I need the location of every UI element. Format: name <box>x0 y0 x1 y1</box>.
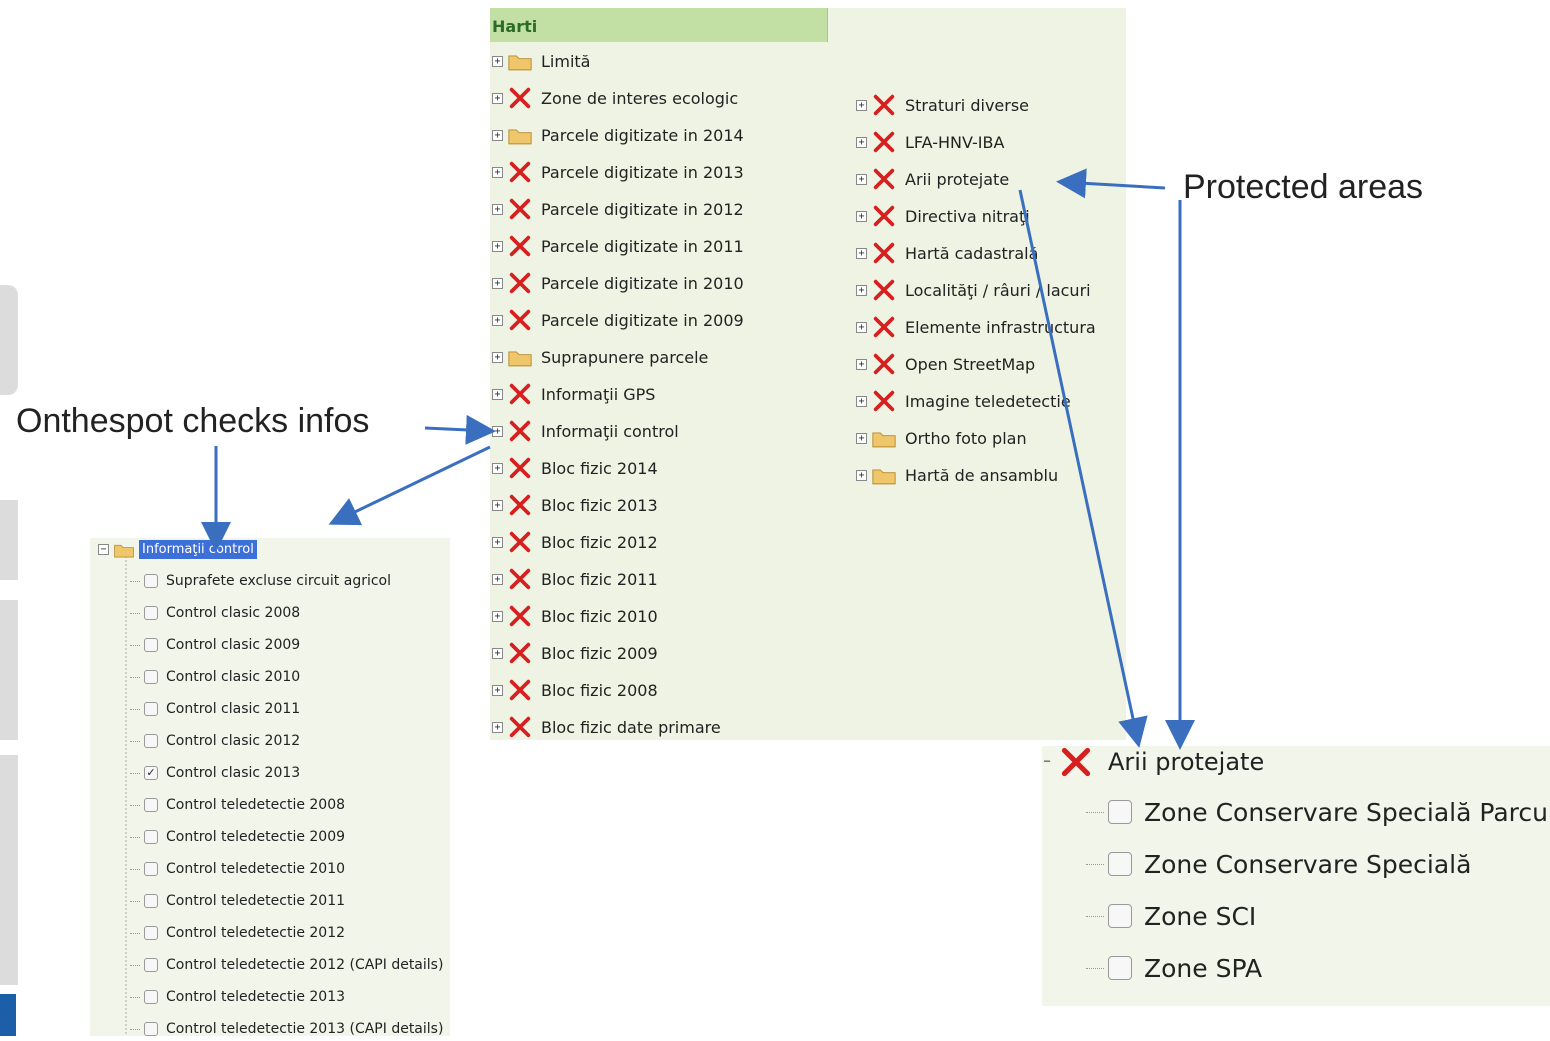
arrow-to-arii-subtree-b <box>1018 189 1148 748</box>
annotation-arrows <box>201 168 1195 750</box>
arrow-to-control-subtree <box>328 445 491 526</box>
arrow-to-arii-layer <box>1056 168 1166 199</box>
arrow-to-info-control <box>424 414 496 445</box>
